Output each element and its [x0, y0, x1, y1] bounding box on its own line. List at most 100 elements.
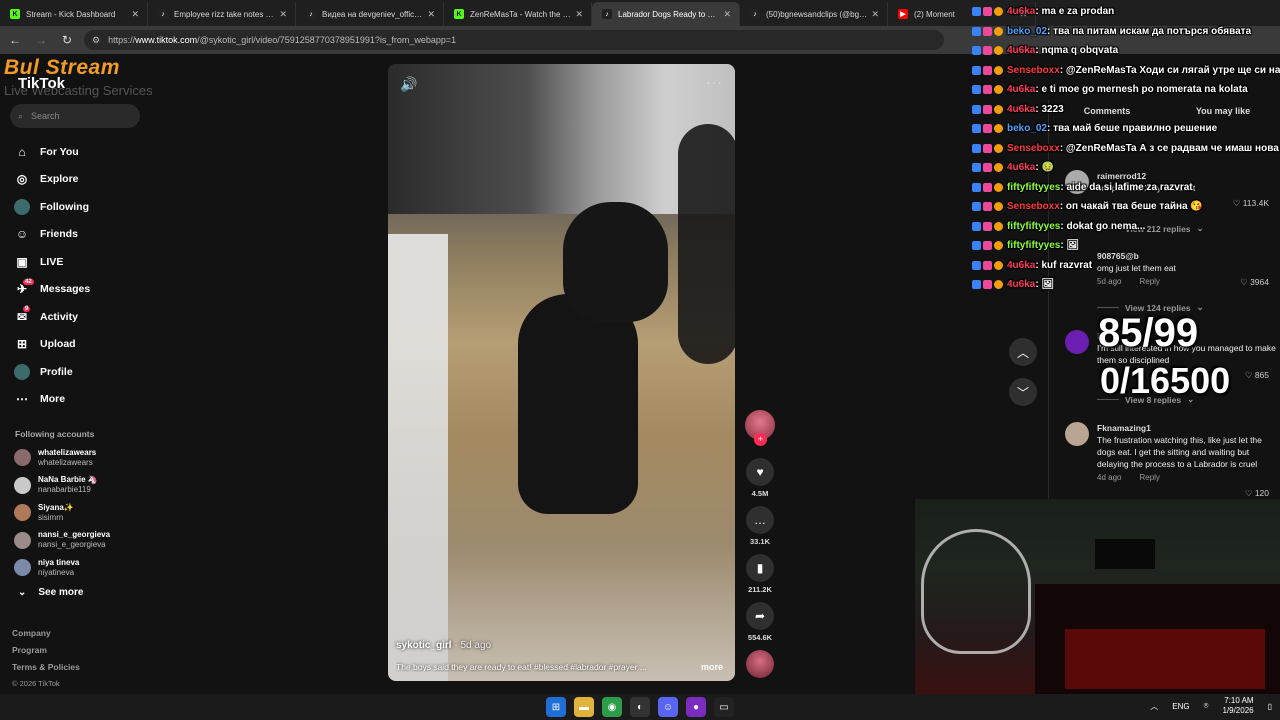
tab-label: Employee rizz take notes 📓 #: [174, 9, 276, 19]
chat-username[interactable]: 4u6ka: [1007, 84, 1035, 95]
chat-text: : @ZenReMasTa А з се радвам че имаш нова…: [1059, 142, 1280, 154]
comment-likes[interactable]: ♡ 865: [1245, 370, 1269, 381]
chat-badge-icon: [983, 241, 992, 251]
video-more-icon[interactable]: ···: [706, 74, 723, 90]
forward-icon[interactable]: →: [32, 31, 50, 49]
chrome-icon[interactable]: ◉: [602, 697, 622, 717]
share-button[interactable]: ➦ 554.6K: [743, 602, 777, 642]
obs-icon[interactable]: ●: [686, 697, 706, 717]
notification-icon[interactable]: ▯: [1268, 702, 1272, 711]
back-icon[interactable]: ←: [6, 31, 24, 49]
video-frame-second-dog: [678, 124, 735, 364]
creator-avatar[interactable]: +: [745, 410, 775, 446]
chat-username[interactable]: 4u6ka: [1007, 45, 1035, 56]
account-text: niya tineva niyatineva: [38, 558, 79, 578]
footer-company-link[interactable]: Company: [12, 628, 80, 645]
chat-username[interactable]: 4u6ka: [1007, 260, 1035, 271]
nav-item-profile[interactable]: ● Profile: [14, 358, 174, 386]
video-age: · 5d ago: [451, 640, 492, 651]
browser-tab[interactable]: ♪ Labrador Dogs Ready to Eat: A ✕: [592, 2, 740, 26]
chat-text: : оп чакай тва беше тайна 😘: [1059, 201, 1203, 213]
clock[interactable]: 7:10 AM 1/9/2026: [1222, 696, 1253, 716]
following-account[interactable]: NaNa Barbie 🦄 nanabarbie119: [14, 472, 174, 500]
nav-item-more[interactable]: ⋯ More: [14, 386, 174, 414]
chat-username[interactable]: 4u6ka: [1007, 6, 1035, 17]
previous-video-button[interactable]: ︿: [1009, 338, 1037, 366]
nav-label: LIVE: [40, 255, 64, 268]
volume-icon[interactable]: 🔊: [400, 76, 417, 93]
url-bar[interactable]: ⚙ https://www.tiktok.com/@sykotic_girl/v…: [84, 30, 944, 50]
chat-username[interactable]: 4u6ka: [1007, 104, 1035, 115]
commenter-avatar[interactable]: [1065, 330, 1089, 354]
caption-more-button[interactable]: more: [701, 662, 723, 672]
steam-icon[interactable]: ◐: [630, 697, 650, 717]
comment-button[interactable]: … 33.1K: [743, 506, 777, 546]
chat-username[interactable]: Senseboxx: [1007, 65, 1060, 76]
following-account[interactable]: niya tineva niyatineva: [14, 554, 174, 582]
tab-close-icon[interactable]: ✕: [279, 9, 287, 20]
sound-avatar[interactable]: [746, 650, 774, 678]
tiktok-logo[interactable]: TikTok: [18, 75, 65, 92]
commenter-avatar[interactable]: [1065, 422, 1089, 446]
browser-tab[interactable]: ♪ Видеа на devgeniev_official (@ ✕: [296, 2, 444, 26]
nav-item-messages[interactable]: ✈ Messages 42: [14, 276, 174, 304]
following-account[interactable]: Siyana✨ sisimrn: [14, 499, 174, 527]
nav-item-upload[interactable]: ⊞ Upload: [14, 331, 174, 359]
comment-likes[interactable]: ♡ 120: [1245, 488, 1269, 499]
terminal-icon[interactable]: ▭: [714, 697, 734, 717]
chat-username[interactable]: beko_02: [1007, 123, 1047, 134]
nav-item-friends[interactable]: ☺ Friends: [14, 221, 174, 249]
tab-close-icon[interactable]: ✕: [871, 9, 879, 20]
tab-close-icon[interactable]: ✕: [131, 9, 139, 20]
tab-close-icon[interactable]: ✕: [723, 9, 731, 20]
video-player[interactable]: 🔊 ··· sykotic_girl · 5d ago The boys sai…: [388, 64, 735, 681]
tab-close-icon[interactable]: ✕: [427, 9, 435, 20]
footer-terms-link[interactable]: Terms & Policies: [12, 662, 80, 679]
footer-program-link[interactable]: Program: [12, 645, 80, 662]
network-icon[interactable]: ⌾: [1204, 701, 1209, 711]
chat-username[interactable]: fiftyfiftyyes: [1007, 221, 1060, 232]
browser-tab[interactable]: K Stream - Kick Dashboard ✕: [0, 2, 148, 26]
video-author[interactable]: sykotic_girl · 5d ago: [396, 640, 491, 651]
main-nav: ⌂For You◎Explore●Following☺Friends▣LIVE✈…: [14, 138, 174, 413]
file-explorer-icon[interactable]: ▬: [574, 697, 594, 717]
discord-icon[interactable]: ☺: [658, 697, 678, 717]
chat-badge-icon: [994, 260, 1003, 270]
browser-tab[interactable]: ♪ (50)bgnewsandclips (@bgnew ✕: [740, 2, 888, 26]
save-button[interactable]: ▮ 211.2K: [743, 554, 777, 594]
nav-item-live[interactable]: ▣ LIVE: [14, 248, 174, 276]
chat-username[interactable]: beko_02: [1007, 26, 1047, 37]
chat-username[interactable]: 4u6ka: [1007, 162, 1035, 173]
nav-item-following[interactable]: ● Following: [14, 193, 174, 221]
chat-username[interactable]: Senseboxx: [1007, 201, 1060, 212]
following-account[interactable]: nansi_e_georgieva nansi_e_georgieva: [14, 527, 174, 555]
search-input[interactable]: ⌕ Search: [10, 104, 140, 128]
follow-plus-icon[interactable]: +: [754, 433, 767, 446]
account-display-name: NaNa Barbie 🦄: [38, 475, 98, 485]
commenter-name[interactable]: Fknamazing1: [1097, 422, 1279, 434]
reply-button[interactable]: Reply: [1139, 472, 1159, 484]
save-count: 211.2K: [748, 585, 772, 594]
following-account[interactable]: whatelizawears whatelizawears: [14, 444, 174, 472]
language-indicator[interactable]: ENG: [1172, 702, 1189, 711]
chat-username[interactable]: Senseboxx: [1007, 143, 1060, 154]
site-info-icon[interactable]: ⚙: [92, 35, 100, 46]
chat-username[interactable]: fiftyfiftyyes: [1007, 240, 1060, 251]
chat-message: Senseboxx: @ZenReMasTa А з се радвам че …: [972, 139, 1280, 159]
chat-badge-icon: [972, 182, 981, 192]
reload-icon[interactable]: ↻: [58, 31, 76, 49]
browser-tab[interactable]: K ZenReMasTa - Watch the VOD ✕: [444, 2, 592, 26]
chat-username[interactable]: 4u6ka: [1007, 279, 1035, 290]
next-video-button[interactable]: ﹀: [1009, 378, 1037, 406]
nav-item-for-you[interactable]: ⌂ For You: [14, 138, 174, 166]
nav-item-explore[interactable]: ◎ Explore: [14, 166, 174, 194]
tab-close-icon[interactable]: ✕: [575, 9, 583, 20]
like-button[interactable]: ♥ 4.5M: [743, 458, 777, 498]
see-more-button[interactable]: ⌄ See more: [18, 587, 83, 598]
browser-tab[interactable]: ♪ Employee rizz take notes 📓 # ✕: [148, 2, 296, 26]
following-accounts-list: whatelizawears whatelizawears NaNa Barbie …: [14, 444, 174, 582]
windows-start-icon[interactable]: ⊞: [546, 697, 566, 717]
chat-username[interactable]: fiftyfiftyyes: [1007, 182, 1060, 193]
tray-chevron-icon[interactable]: ︿: [1150, 701, 1158, 712]
nav-item-activity[interactable]: ✉ Activity 9: [14, 303, 174, 331]
